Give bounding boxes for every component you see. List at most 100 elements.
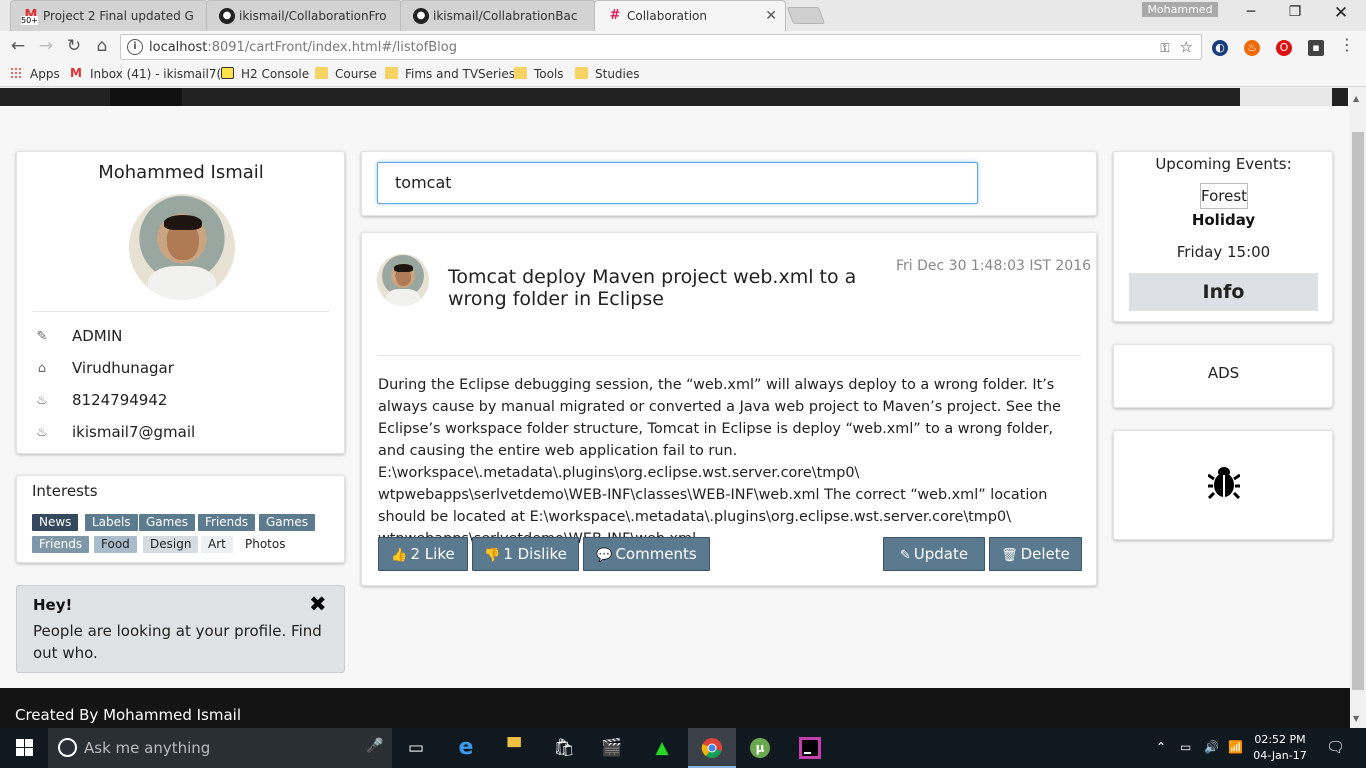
url-host: localhost [149, 40, 208, 55]
bookmark-label: Studies [595, 67, 640, 81]
alert-message[interactable]: People are looking at your profile. Find… [33, 620, 323, 664]
browser-tab-collaboration[interactable]: # Collaboration ✕ [594, 0, 786, 31]
tab-title: ikismail/CollaborationFro [239, 9, 387, 23]
dislike-button[interactable]: 👎 1 Dislike [472, 537, 579, 571]
movie-maker-icon[interactable]: 🎬 [588, 728, 636, 768]
interest-tag[interactable]: News [32, 514, 79, 531]
volume-icon[interactable]: 🔊 [1204, 740, 1219, 754]
scroll-thumb[interactable] [1352, 132, 1364, 690]
event-name[interactable]: Forest [1200, 183, 1248, 209]
info-icon[interactable]: i [127, 39, 143, 55]
bookmark-course[interactable]: Course [315, 67, 377, 81]
minimize-icon[interactable]: ─ [1236, 4, 1266, 20]
url-text[interactable]: localhost:8091/cartFront/index.html#/lis… [149, 40, 457, 55]
back-icon[interactable]: ← [7, 36, 29, 56]
utorrent-icon[interactable]: µ [736, 728, 784, 768]
interest-tag[interactable]: Photos [238, 536, 293, 553]
new-tab-button[interactable] [786, 7, 826, 24]
store-icon[interactable]: 🛍 [540, 728, 588, 768]
show-hidden-icons[interactable]: ⌃ [1156, 740, 1166, 754]
home-icon: ⌂ [37, 361, 47, 376]
wifi-icon[interactable]: 📶 [1228, 740, 1243, 754]
microphone-icon[interactable]: 🎤 [366, 738, 383, 754]
bookmark-studies[interactable]: Studies [575, 67, 640, 81]
system-clock[interactable]: 02:52 PM 04-Jan-17 [1250, 732, 1310, 764]
author-avatar[interactable] [377, 254, 429, 306]
update-label: Update [913, 545, 969, 563]
h2-icon [221, 67, 234, 79]
clock-date: 04-Jan-17 [1253, 749, 1307, 762]
opera-extension-icon[interactable]: O [1276, 40, 1292, 56]
blog-title[interactable]: Tomcat deploy Maven project web.xml to a… [448, 266, 898, 310]
cake-icon: ♨ [36, 393, 48, 408]
bookmark-apps[interactable]: Apps [10, 67, 60, 81]
browser-tab-github-front[interactable]: ● ikismail/CollaborationFro [206, 0, 402, 31]
battery-icon[interactable]: ▭ [1180, 740, 1191, 754]
bookmark-tools[interactable]: Tools [514, 67, 564, 81]
green-app-icon[interactable]: ▲ [638, 728, 686, 768]
close-icon[interactable]: ✖ [309, 594, 327, 615]
delete-button[interactable]: 🗑 Delete [989, 537, 1082, 571]
like-button[interactable]: 👍 2 Like [378, 537, 468, 571]
menu-extension-icon[interactable]: ▪ [1308, 40, 1324, 56]
interest-tag[interactable]: Art [201, 536, 233, 553]
interest-tag[interactable]: Games [259, 514, 315, 531]
scroll-down-icon[interactable]: ▼ [1353, 714, 1359, 723]
bug-icon[interactable] [1208, 463, 1240, 499]
search-input[interactable]: tomcat [377, 162, 978, 204]
chrome-menu-icon[interactable]: ⋮ [1336, 35, 1358, 54]
restore-icon[interactable]: ❐ [1280, 4, 1310, 20]
extension-icon[interactable]: ◐ [1212, 40, 1228, 56]
divider [33, 311, 329, 312]
forward-icon[interactable]: → [35, 36, 57, 56]
interest-tag[interactable]: Labels [85, 514, 138, 531]
browser-tab-gmail[interactable]: M 50+ Project 2 Final updated G [10, 0, 208, 31]
interest-tag[interactable]: Games [139, 514, 195, 531]
page-scrollbar[interactable]: ▲ ▼ [1350, 88, 1366, 728]
bookmark-inbox[interactable]: M Inbox (41) - ikismail7( [70, 67, 221, 81]
chrome-icon[interactable] [688, 728, 736, 768]
edge-icon[interactable]: e [442, 728, 490, 768]
pencil-icon: ✎ [36, 329, 48, 344]
fire-extension-icon[interactable]: ♨ [1244, 40, 1260, 56]
star-icon[interactable]: ☆ [1180, 38, 1193, 56]
interest-tag[interactable]: Food [94, 536, 137, 553]
interest-tag[interactable]: Friends [32, 536, 90, 553]
update-button[interactable]: ✎ Update [883, 537, 985, 571]
browser-tab-github-back[interactable]: ● ikismail/CollabrationBac [400, 0, 596, 31]
comments-label: Comments [615, 545, 697, 563]
close-icon[interactable]: ✕ [765, 8, 777, 24]
intellij-icon[interactable] [786, 728, 834, 768]
avatar[interactable] [129, 194, 235, 300]
scroll-up-icon[interactable]: ▲ [1353, 94, 1359, 103]
interest-tag[interactable]: Friends [198, 514, 256, 531]
comment-icon: 💬 [596, 548, 613, 563]
taskbar-search[interactable]: Ask me anything 🎤 [48, 728, 392, 768]
events-card: Upcoming Events: Forest Holiday Friday 1… [1113, 151, 1333, 322]
profile-chip[interactable]: Mohammed [1142, 2, 1218, 17]
notifications-icon[interactable]: 🗨 [1326, 738, 1345, 756]
task-view-icon[interactable]: ▭ [392, 728, 440, 768]
bookmark-label: H2 Console [241, 67, 310, 81]
folder-icon [385, 67, 398, 79]
profile-role: ADMIN [72, 327, 123, 345]
windows-start-icon[interactable] [0, 728, 48, 768]
address-bar[interactable]: i localhost:8091/cartFront/index.html#/l… [120, 34, 1202, 60]
close-window-icon[interactable]: ✕ [1326, 3, 1356, 23]
file-explorer-icon[interactable]: ▀ [490, 728, 538, 768]
comments-button[interactable]: 💬 Comments [583, 537, 710, 571]
bookmark-films[interactable]: Fims and TVSeries [385, 67, 515, 81]
bookmark-h2-console[interactable]: H2 Console [221, 67, 309, 81]
tab-title: Project 2 Final updated G [43, 9, 194, 23]
navbar-button[interactable] [1240, 88, 1332, 106]
thumbs-down-icon: 👎 [484, 548, 501, 563]
tab-badge: 50+ [21, 16, 38, 25]
home-icon[interactable]: ⌂ [91, 36, 113, 56]
info-button[interactable]: Info [1129, 273, 1318, 311]
key-icon[interactable]: ⚿ [1160, 41, 1169, 55]
navbar-active-item[interactable] [110, 88, 182, 106]
reload-icon[interactable]: ↻ [63, 36, 85, 56]
top-navbar [0, 88, 1348, 106]
blog-card: Tomcat deploy Maven project web.xml to a… [361, 232, 1097, 586]
interest-tag[interactable]: Design [143, 536, 199, 553]
